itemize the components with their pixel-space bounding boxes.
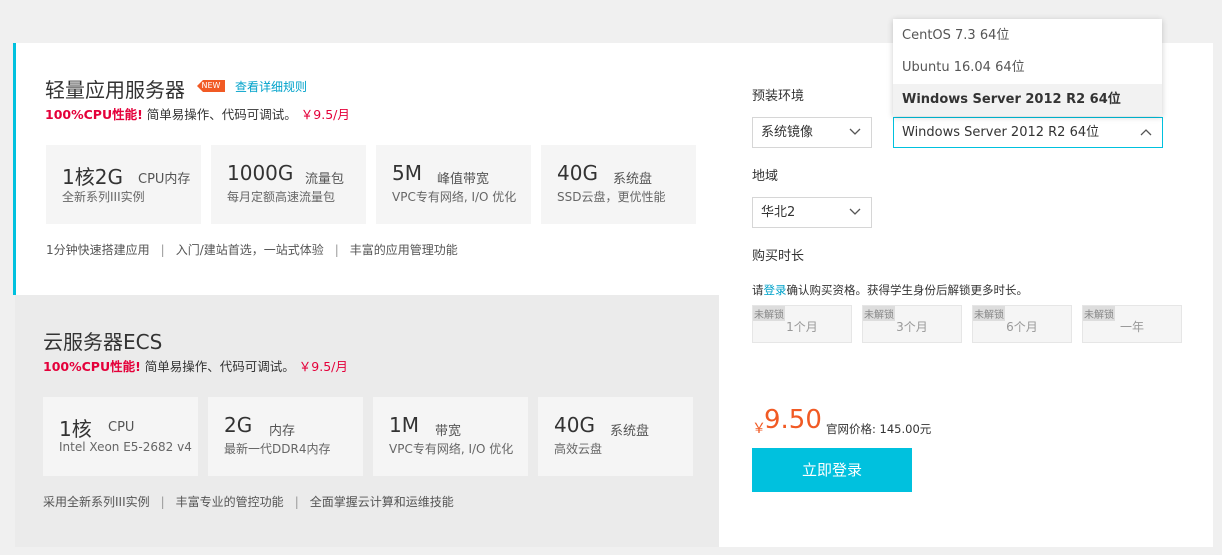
region-label: 地域 (752, 169, 779, 184)
perf-text: 简单易操作、代码可调试。 (146, 107, 297, 122)
spec-desc: 全新系列III实例 (62, 190, 145, 204)
spec-card-disk: 40G 系统盘 高效云盘 (538, 397, 693, 476)
notice-pre: 请 (752, 283, 764, 297)
spec-card-cpu: 1核 CPU Intel Xeon E5-2682 v4 (43, 397, 198, 476)
spec-unit: 系统盘 (610, 424, 650, 439)
image-type-select[interactable]: 系统镜像 (752, 117, 872, 148)
separator: | (160, 495, 165, 509)
chevron-up-icon (1140, 118, 1152, 136)
login-notice: 请登录确认购买资格。获得学生身份后解锁更多时长。 (752, 282, 1028, 298)
product-title-lightweight: 轻量应用服务器 (45, 78, 185, 102)
os-dropdown-menu: CentOS 7.3 64位 Ubuntu 16.04 64位 Windows … (893, 19, 1162, 116)
spec-card-cpu: 1核2G CPU内存 全新系列III实例 (46, 145, 201, 224)
feature-list-1: 1分钟快速搭建应用 | 入门/建站首选，一站式体验 | 丰富的应用管理功能 (46, 241, 458, 258)
price-value: 9.50 (764, 405, 822, 435)
spec-desc: SSD云盘，更优性能 (557, 190, 666, 204)
duration-text: 一年 (1119, 320, 1144, 334)
duration-option-1m[interactable]: 未解锁 1个月 (752, 305, 852, 343)
spec-unit: 流量包 (305, 172, 345, 187)
env-label: 预装环境 (752, 89, 805, 104)
duration-option-3m[interactable]: 未解锁 3个月 (862, 305, 962, 343)
spec-desc: VPC专有网络, I/O 优化 (389, 442, 514, 456)
duration-text: 1个月 (786, 320, 818, 334)
feature-list-2: 采用全新系列III实例 | 丰富专业的管控功能 | 全面掌握云计算和运维技能 (43, 493, 454, 510)
spec-card-disk: 40G 系统盘 SSD云盘，更优性能 (541, 145, 696, 224)
notice-post: 确认购买资格。获得学生身份后解锁更多时长。 (786, 283, 1029, 297)
duration-text: 6个月 (1006, 320, 1038, 334)
spec-unit: 系统盘 (613, 172, 653, 187)
view-rules-link[interactable]: 查看详细规则 (235, 78, 307, 95)
official-price: 官网价格: 145.00元 (826, 422, 932, 436)
chevron-down-icon (849, 118, 861, 136)
spec-value: 5M (392, 161, 422, 185)
product-title-ecs: 云服务器ECS (43, 330, 163, 354)
image-type-value: 系统镜像 (761, 125, 814, 140)
duration-label: 购买时长 (752, 249, 805, 264)
new-badge: NEW (197, 80, 225, 92)
separator: | (294, 495, 299, 509)
spec-unit: 带宽 (435, 424, 462, 439)
separator: | (160, 243, 165, 257)
spec-desc: 最新一代DDR4内存 (224, 442, 331, 456)
os-option-windows[interactable]: Windows Server 2012 R2 64位 (893, 84, 1162, 116)
active-indicator (13, 43, 16, 295)
perf-highlight: 100%CPU性能! (43, 359, 141, 374)
feature-item: 全面掌握云计算和运维技能 (309, 495, 454, 509)
feature-item: 入门/建站首选，一站式体验 (175, 243, 324, 257)
spec-unit: 内存 (269, 424, 296, 439)
spec-value: 1000G (227, 161, 294, 185)
spec-card-traffic: 1000G 流量包 每月定额高速流量包 (211, 145, 366, 224)
duration-option-1y[interactable]: 未解锁 一年 (1082, 305, 1182, 343)
perf-line-1: 100%CPU性能! 简单易操作、代码可调试。 ￥9.5/月 (45, 104, 350, 123)
spec-value: 40G (557, 161, 598, 185)
spec-desc: 高效云盘 (554, 442, 603, 456)
duration-text: 3个月 (896, 320, 928, 334)
os-option-centos[interactable]: CentOS 7.3 64位 (893, 20, 1162, 52)
spec-unit: CPU (108, 420, 135, 435)
spec-value: 1M (389, 413, 419, 437)
spec-value: 1核2G (62, 165, 123, 189)
spec-desc: 每月定额高速流量包 (227, 190, 336, 204)
spec-value: 2G (224, 413, 253, 437)
spec-desc: VPC专有网络, I/O 优化 (392, 190, 517, 204)
feature-item: 1分钟快速搭建应用 (46, 243, 150, 257)
chevron-down-icon (849, 198, 861, 216)
perf-highlight: 100%CPU性能! (45, 107, 143, 122)
spec-unit: 峰值带宽 (437, 172, 490, 187)
os-option-ubuntu[interactable]: Ubuntu 16.04 64位 (893, 52, 1162, 84)
spec-card-bandwidth: 1M 带宽 VPC专有网络, I/O 优化 (373, 397, 528, 476)
spec-value: 40G (554, 413, 595, 437)
login-button[interactable]: 立即登录 (752, 448, 912, 492)
spec-card-memory: 2G 内存 最新一代DDR4内存 (208, 397, 363, 476)
separator: | (334, 243, 339, 257)
feature-item: 采用全新系列III实例 (43, 495, 150, 509)
perf-text: 简单易操作、代码可调试。 (144, 359, 295, 374)
duration-option-6m[interactable]: 未解锁 6个月 (972, 305, 1072, 343)
spec-unit: CPU内存 (138, 172, 191, 187)
perf-price: ￥9.5/月 (300, 107, 350, 122)
spec-card-bandwidth: 5M 峰值带宽 VPC专有网络, I/O 优化 (376, 145, 531, 224)
spec-desc: Intel Xeon E5-2682 v4 (59, 440, 192, 454)
login-link[interactable]: 登录 (764, 283, 787, 297)
os-select[interactable]: Windows Server 2012 R2 64位 (893, 117, 1163, 148)
spec-value: 1核 (59, 417, 92, 441)
perf-line-2: 100%CPU性能! 简单易操作、代码可调试。 ￥9.5/月 (43, 356, 348, 375)
os-select-value: Windows Server 2012 R2 64位 (902, 125, 1100, 140)
perf-price: ￥9.5/月 (298, 359, 348, 374)
region-select[interactable]: 华北2 (752, 197, 872, 228)
feature-item: 丰富的应用管理功能 (349, 243, 458, 257)
region-value: 华北2 (761, 205, 796, 220)
feature-item: 丰富专业的管控功能 (175, 495, 284, 509)
